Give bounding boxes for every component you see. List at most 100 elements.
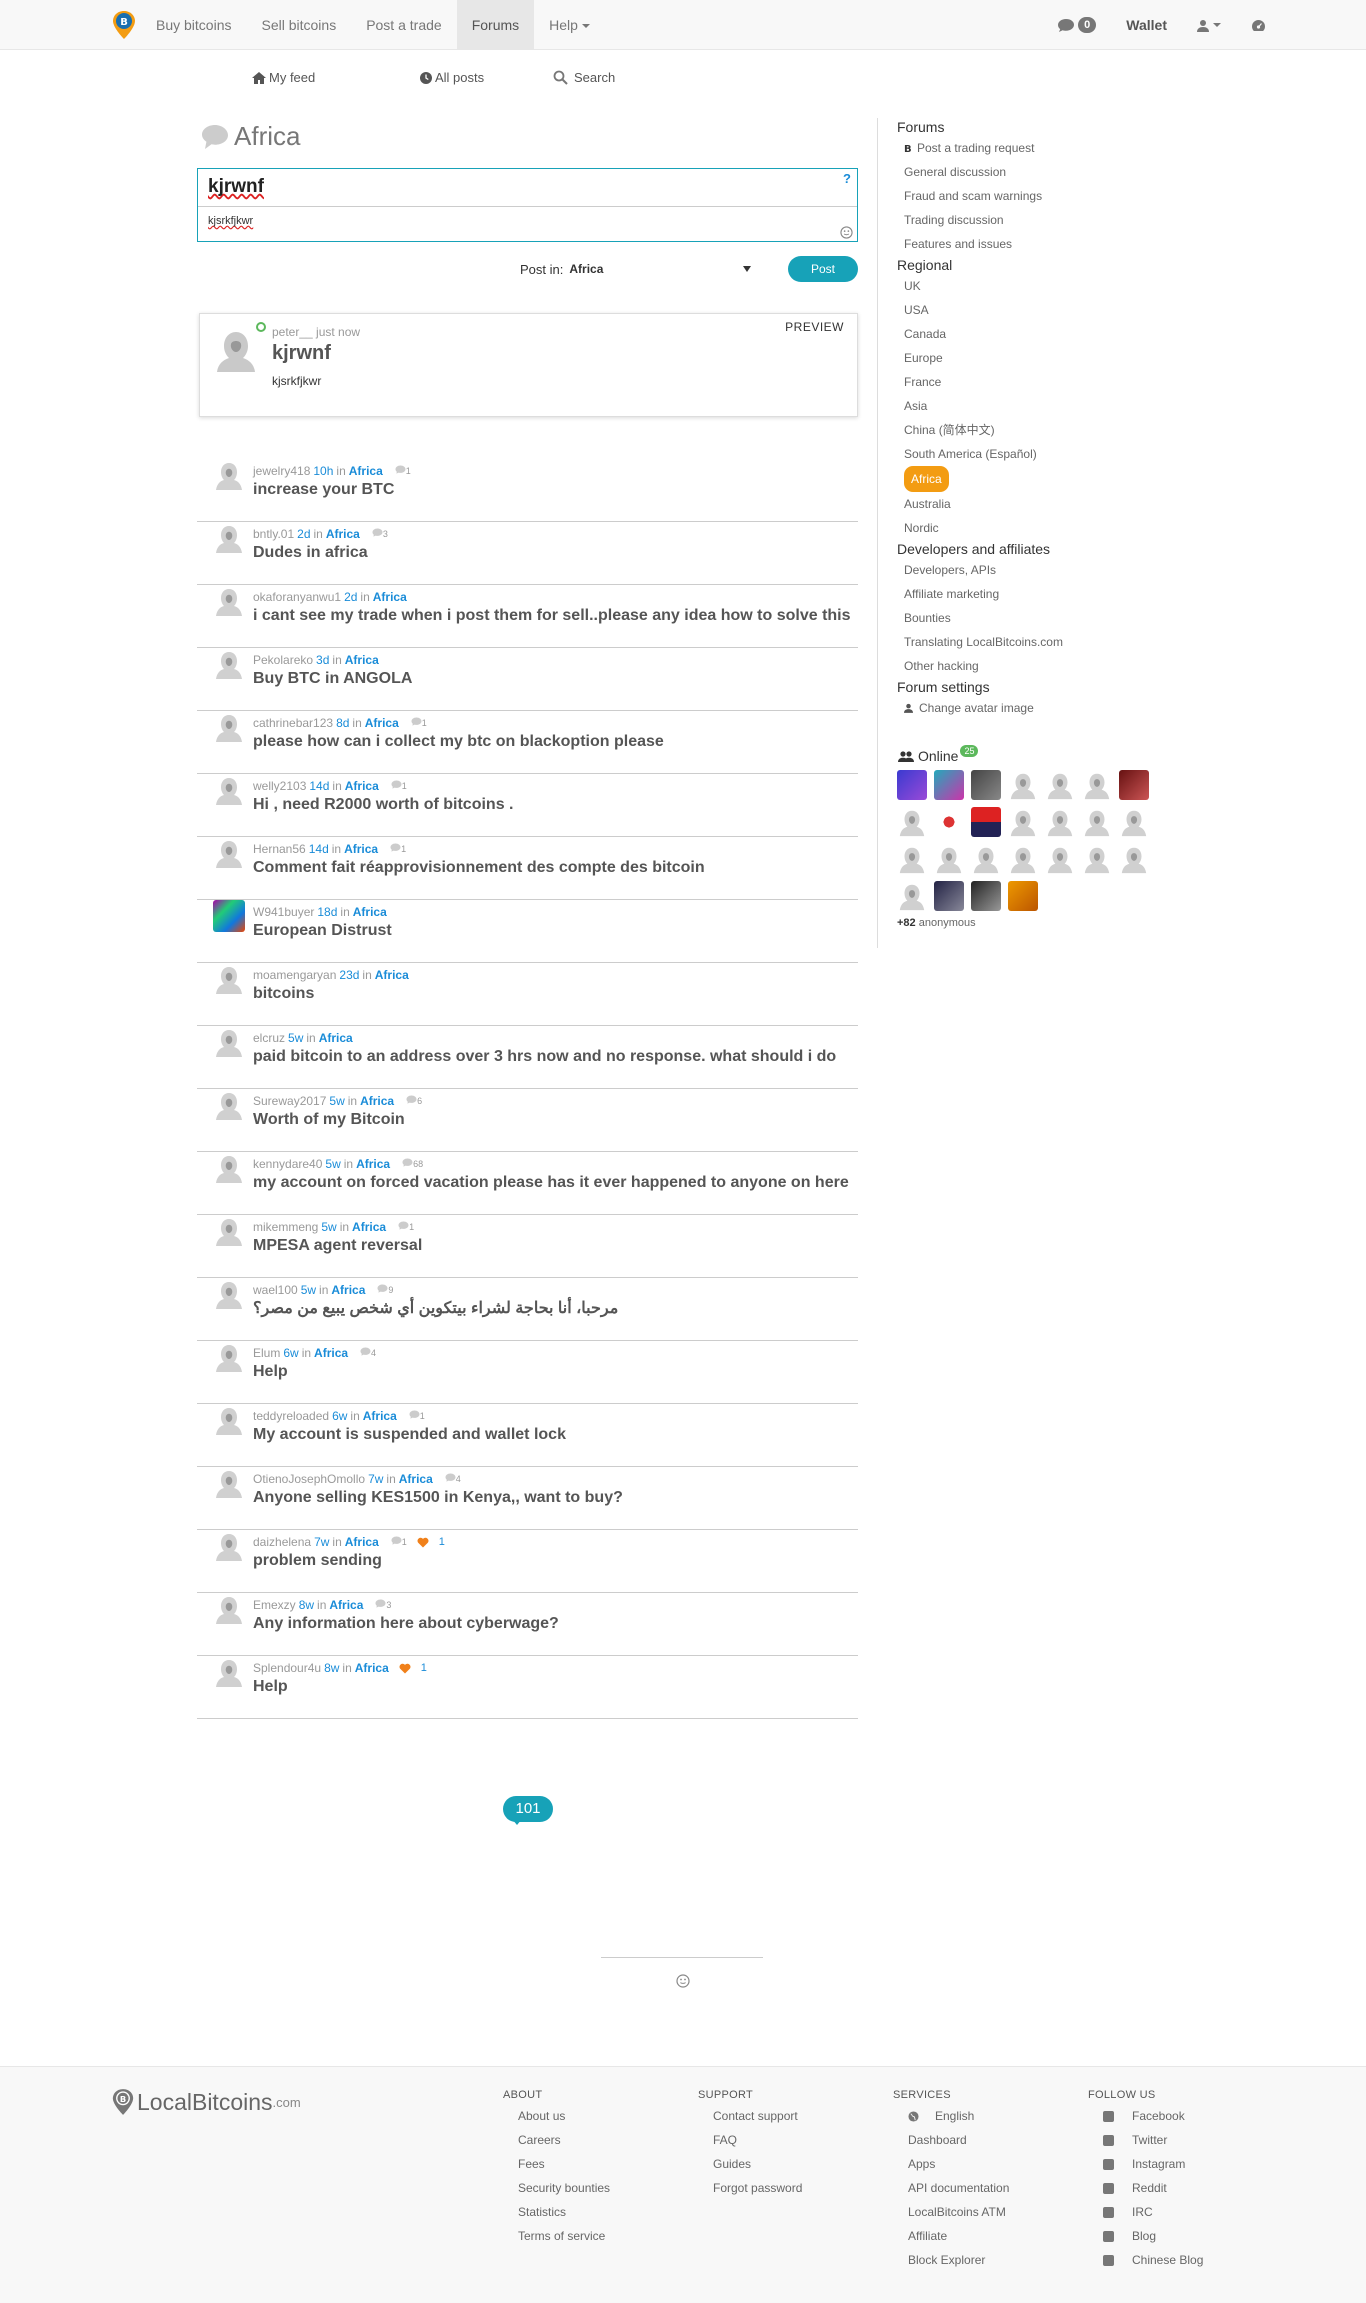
thread-author[interactable]: W941buyer bbox=[253, 904, 314, 920]
default-avatar-icon[interactable] bbox=[897, 807, 927, 837]
thread-age[interactable]: 5w bbox=[321, 1219, 336, 1235]
subject-input[interactable]: kjrwnf ? bbox=[198, 169, 857, 207]
thread-forum-link[interactable]: Africa bbox=[314, 1345, 348, 1361]
wallet-link[interactable]: Wallet bbox=[1126, 17, 1167, 33]
sidebar-forum-general-discussion[interactable]: General discussion bbox=[897, 160, 1177, 184]
thread-row[interactable]: Splendour4u 8w in Africa 1 Help bbox=[197, 1656, 858, 1719]
thread-row[interactable]: bntly.01 2d in Africa 3 Dudes in africa bbox=[197, 522, 858, 585]
thread-title[interactable]: my account on forced vacation please has… bbox=[253, 1173, 858, 1193]
footer-follow-twitter[interactable]: Twitter bbox=[1088, 2128, 1203, 2152]
default-avatar-icon[interactable] bbox=[213, 837, 245, 869]
thread-row[interactable]: daizhelena 7w in Africa 1 1 problem sending bbox=[197, 1530, 858, 1593]
thread-row[interactable]: W941buyer 18d in Africa European Distrust bbox=[197, 900, 858, 963]
footer-about-statistics[interactable]: Statistics bbox=[503, 2200, 610, 2224]
sidebar-regional-europe[interactable]: Europe bbox=[897, 346, 1177, 370]
sidebar-forum-features-and-issues[interactable]: Features and issues bbox=[897, 232, 1177, 256]
thread-forum-link[interactable]: Africa bbox=[399, 1471, 433, 1487]
thread-forum-link[interactable]: Africa bbox=[360, 1093, 394, 1109]
regional-heading[interactable]: Regional bbox=[897, 256, 1177, 274]
default-avatar-icon[interactable] bbox=[1082, 770, 1112, 800]
default-avatar-icon[interactable] bbox=[1045, 807, 1075, 837]
thread-row[interactable]: elcruz 5w in Africa paid bitcoin to an addre… bbox=[197, 1026, 858, 1089]
thread-forum-link[interactable]: Africa bbox=[352, 1219, 386, 1235]
nav-buy-bitcoins[interactable]: Buy bitcoins bbox=[141, 0, 246, 50]
forum-select[interactable]: Africa bbox=[569, 262, 752, 276]
footer-services-affiliate[interactable]: Affiliate bbox=[893, 2224, 1009, 2248]
footer-services-apps[interactable]: Apps bbox=[893, 2152, 1009, 2176]
thread-forum-link[interactable]: Africa bbox=[345, 778, 379, 794]
sidebar-regional-china[interactable]: China (简体中文) bbox=[897, 418, 1177, 442]
thread-title[interactable]: increase your BTC bbox=[253, 480, 858, 500]
thread-author[interactable]: cathrinebar123 bbox=[253, 715, 333, 731]
sidebar-regional-south-america-espa-ol[interactable]: South America (Español) bbox=[897, 442, 1177, 466]
thread-author[interactable]: bntly.01 bbox=[253, 526, 294, 542]
thread-author[interactable]: Pekolareko bbox=[253, 652, 313, 668]
sidebar-regional-nordic[interactable]: Nordic bbox=[897, 516, 1177, 540]
thread-author[interactable]: teddyreloaded bbox=[253, 1408, 329, 1424]
thread-age[interactable]: 6w bbox=[332, 1408, 347, 1424]
thread-title[interactable]: Help bbox=[253, 1362, 858, 1382]
forums-heading[interactable]: Forums bbox=[897, 118, 1177, 136]
my-feed-link[interactable]: My feed bbox=[252, 70, 420, 85]
default-avatar-icon[interactable] bbox=[213, 1278, 245, 1310]
thread-title[interactable]: i cant see my trade when i post them for… bbox=[253, 606, 858, 626]
developers-heading[interactable]: Developers and affiliates bbox=[897, 540, 1177, 558]
nav-post-a-trade[interactable]: Post a trade bbox=[351, 0, 457, 50]
sidebar-regional-australia[interactable]: Australia bbox=[897, 492, 1177, 516]
thread-title[interactable]: مرحبا، أنا بحاجة لشراء بيتكوين أي شخص يب… bbox=[253, 1299, 858, 1319]
thread-forum-link[interactable]: Africa bbox=[331, 1282, 365, 1298]
localbitcoins-logo-icon[interactable]: B bbox=[111, 10, 137, 40]
thread-title[interactable]: please how can i collect my btc on black… bbox=[253, 732, 858, 752]
thread-age[interactable]: 5w bbox=[325, 1156, 340, 1172]
forum-settings-heading[interactable]: Forum settings bbox=[897, 678, 1177, 696]
thread-age[interactable]: 8w bbox=[324, 1660, 339, 1676]
search-link[interactable]: Search bbox=[553, 70, 615, 85]
nav-forums[interactable]: Forums bbox=[456, 0, 535, 50]
thread-row[interactable]: wael100 5w in Africa 9 مرحبا، أنا بحاجة لشراء… bbox=[197, 1278, 858, 1341]
default-avatar-icon[interactable] bbox=[213, 1152, 245, 1184]
thread-author[interactable]: okaforanyanwu1 bbox=[253, 589, 341, 605]
sidebar-setting-change-avatar-image[interactable]: Change avatar image bbox=[897, 696, 1177, 720]
user-menu-button[interactable] bbox=[1197, 19, 1221, 32]
online-user-avatar[interactable] bbox=[1119, 770, 1149, 800]
thread-forum-link[interactable]: Africa bbox=[373, 589, 407, 605]
online-user-avatar[interactable] bbox=[1008, 881, 1038, 911]
thread-age[interactable]: 23d bbox=[339, 967, 359, 983]
footer-services-block-explorer[interactable]: Block Explorer bbox=[893, 2248, 1009, 2272]
default-avatar-icon[interactable] bbox=[1008, 770, 1038, 800]
default-avatar-icon[interactable] bbox=[1008, 844, 1038, 874]
default-avatar-icon[interactable] bbox=[1119, 844, 1149, 874]
sidebar-regional-africa[interactable]: Africa bbox=[897, 466, 1177, 492]
messages-button[interactable]: 0 bbox=[1057, 17, 1097, 33]
thread-age[interactable]: 2d bbox=[344, 589, 357, 605]
default-avatar-icon[interactable] bbox=[213, 648, 245, 680]
footer-logo[interactable]: B LocalBitcoins .com bbox=[111, 2087, 301, 2117]
default-avatar-icon[interactable] bbox=[897, 881, 927, 911]
all-posts-link[interactable]: All posts bbox=[420, 70, 553, 85]
thread-author[interactable]: Emexzy bbox=[253, 1597, 296, 1613]
sidebar-forum-post-a-trading-request[interactable]: B Post a trading request bbox=[897, 136, 1177, 160]
thread-age[interactable]: 14d bbox=[309, 778, 329, 794]
thread-title[interactable]: Help bbox=[253, 1677, 858, 1697]
thread-title[interactable]: paid bitcoin to an address over 3 hrs no… bbox=[253, 1047, 858, 1067]
thread-author[interactable]: OtienoJosephOmollo bbox=[253, 1471, 365, 1487]
footer-follow-facebook[interactable]: Facebook bbox=[1088, 2104, 1203, 2128]
online-user-avatar[interactable] bbox=[934, 770, 964, 800]
footer-about-terms-of-service[interactable]: Terms of service bbox=[503, 2224, 610, 2248]
online-user-avatar[interactable] bbox=[971, 807, 1001, 837]
default-avatar-icon[interactable] bbox=[213, 585, 245, 617]
thread-title[interactable]: Anyone selling KES1500 in Kenya,, want t… bbox=[253, 1488, 858, 1508]
thread-title[interactable]: problem sending bbox=[253, 1551, 858, 1571]
thread-title[interactable]: MPESA agent reversal bbox=[253, 1236, 858, 1256]
thread-row[interactable]: kennydare40 5w in Africa 68 my account on for… bbox=[197, 1152, 858, 1215]
sidebar-regional-uk[interactable]: UK bbox=[897, 274, 1177, 298]
thread-age[interactable]: 18d bbox=[317, 904, 337, 920]
sidebar-dev-other-hacking[interactable]: Other hacking bbox=[897, 654, 1177, 678]
footer-services-api-documentation[interactable]: API documentation bbox=[893, 2176, 1009, 2200]
thread-row[interactable]: mikemmeng 5w in Africa 1 MPESA agent reversal bbox=[197, 1215, 858, 1278]
thread-forum-link[interactable]: Africa bbox=[345, 1534, 379, 1550]
thread-row[interactable]: jewelry418 10h in Africa 1 increase your BTC bbox=[197, 459, 858, 522]
thread-age[interactable]: 5w bbox=[301, 1282, 316, 1298]
thread-row[interactable]: cathrinebar123 8d in Africa 1 please how can … bbox=[197, 711, 858, 774]
default-avatar-icon[interactable] bbox=[213, 522, 245, 554]
